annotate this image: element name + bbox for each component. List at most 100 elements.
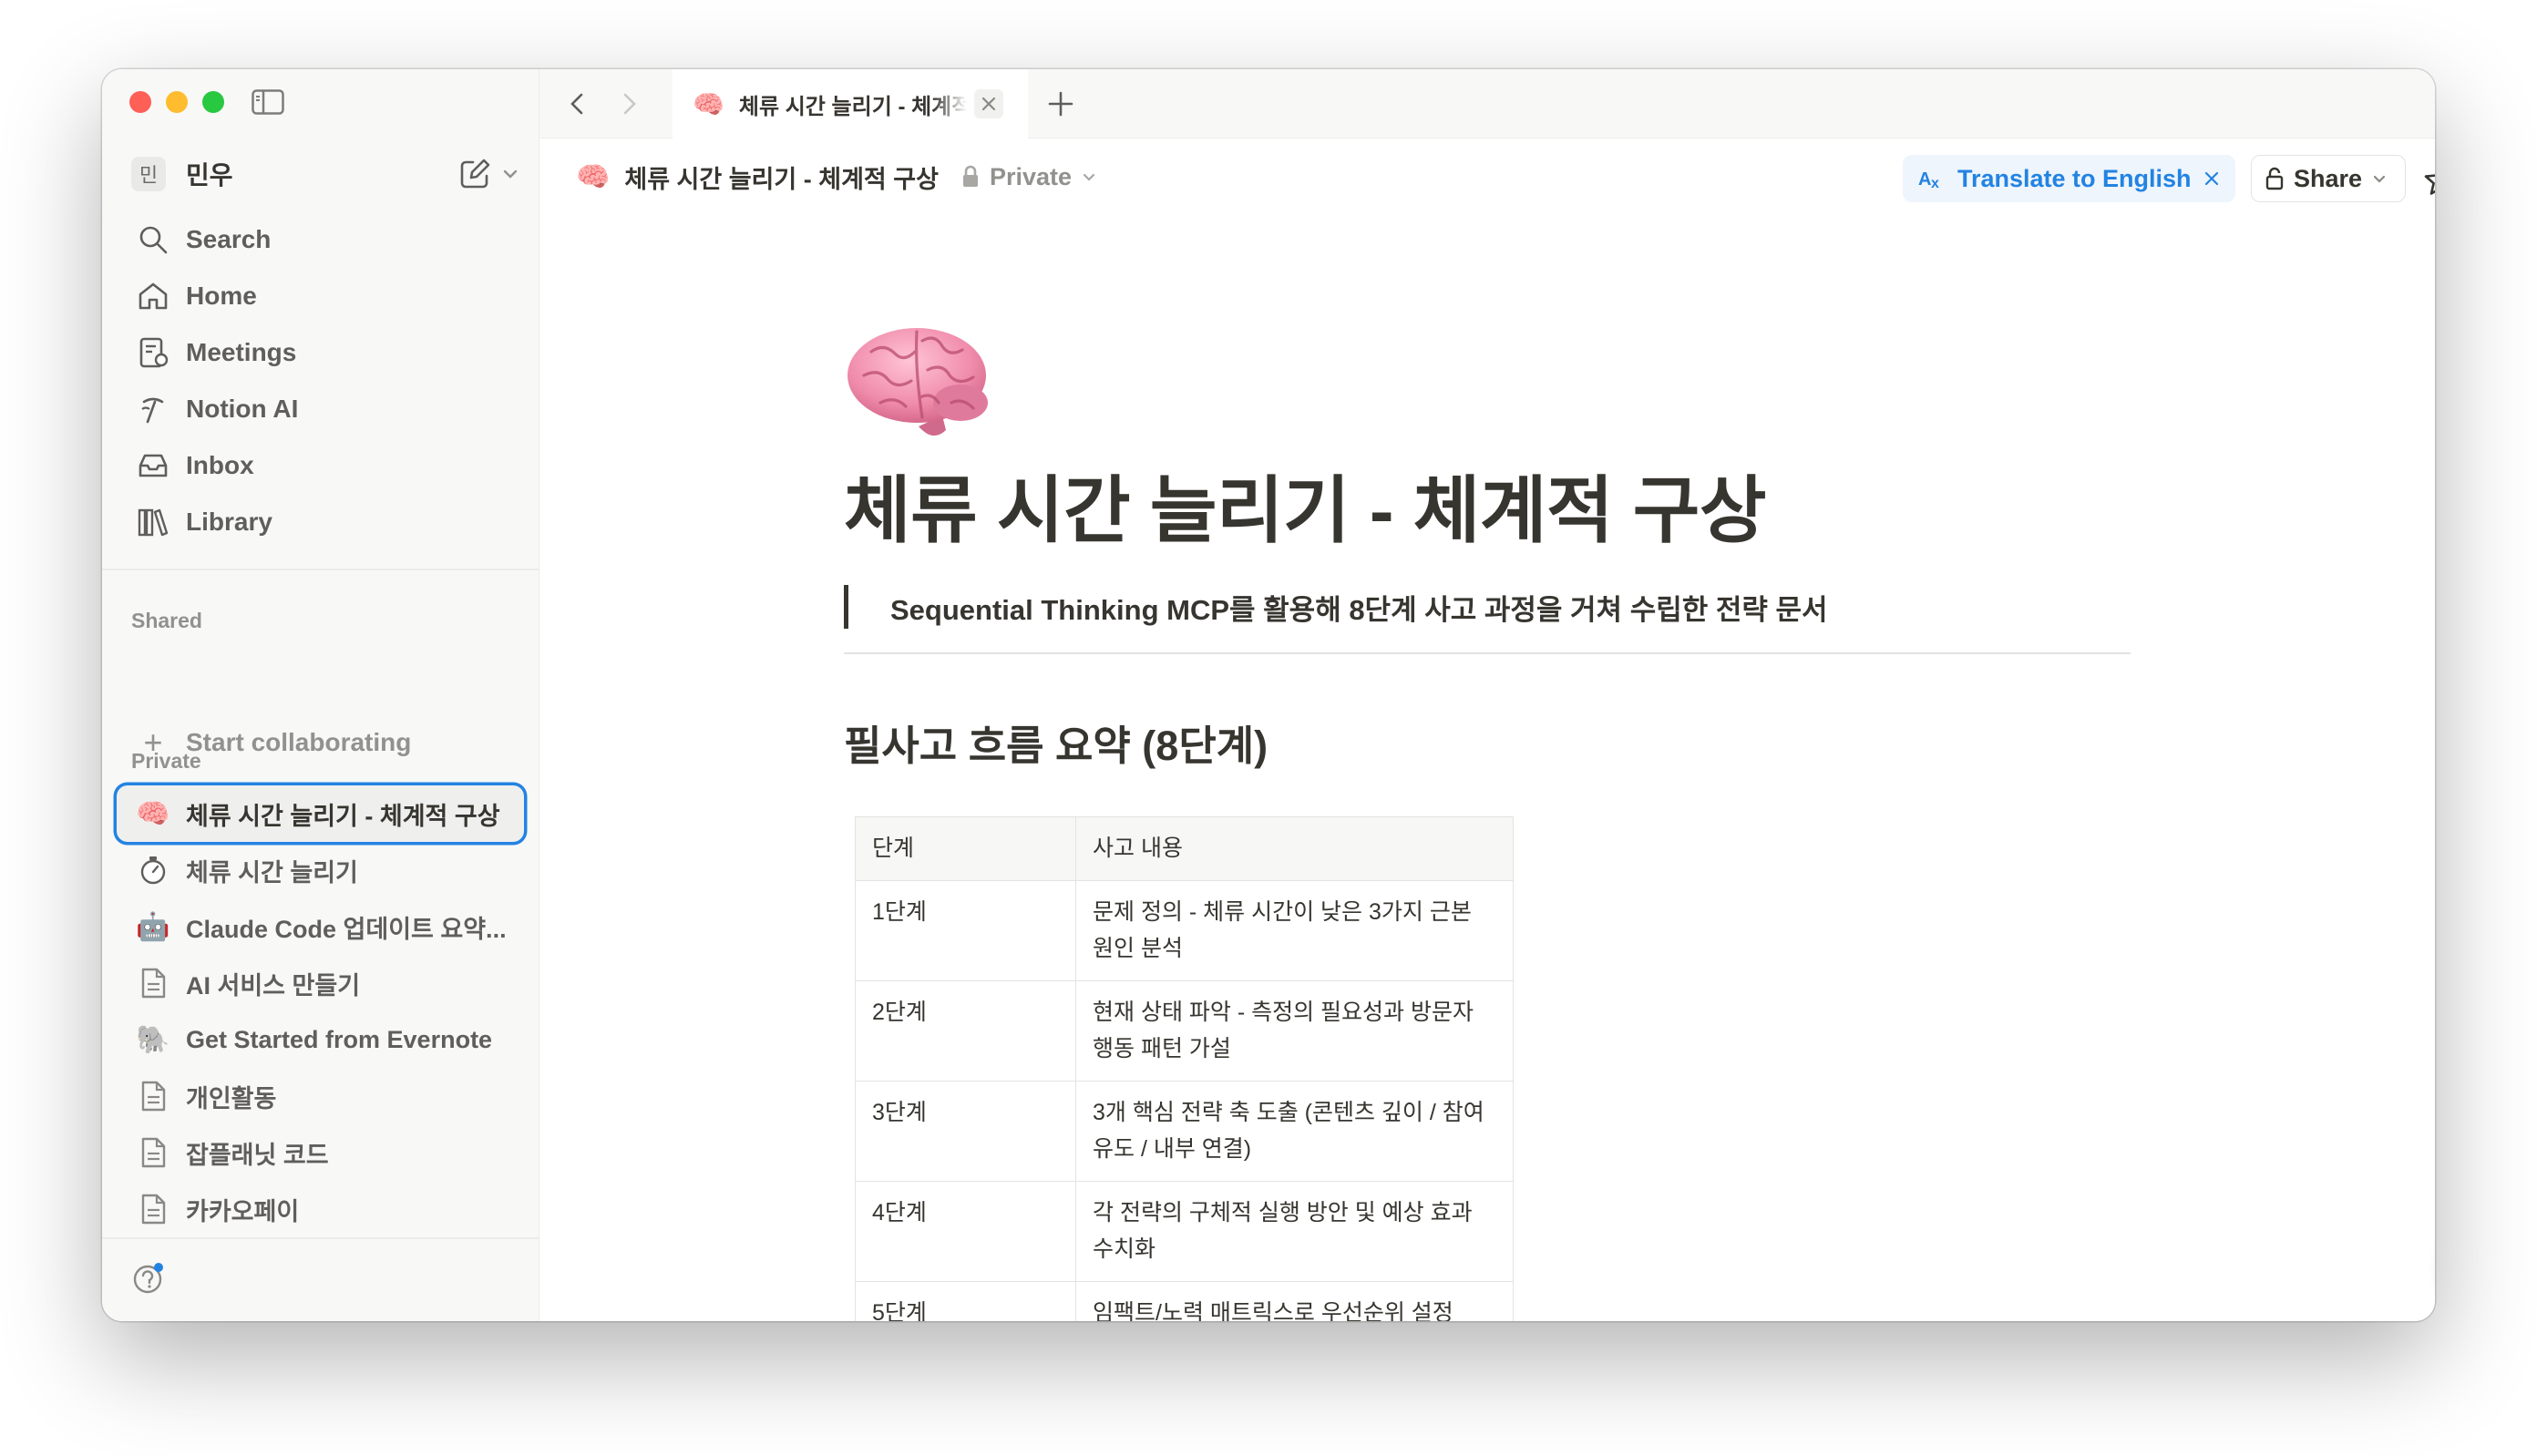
forward-button[interactable] bbox=[612, 87, 645, 120]
notion-ai-icon bbox=[135, 391, 171, 427]
page-topbar: 🧠 체류 시간 늘리기 - 체계적 구상 Private A x Transla… bbox=[539, 138, 2435, 215]
elephant-icon: 🐘 bbox=[136, 1024, 170, 1055]
document-icon bbox=[135, 965, 171, 1001]
workspace-avatar: 민 bbox=[131, 157, 166, 191]
page-content: 체류 시간 늘리기 - 체계적 구상 Sequential Thinking M… bbox=[539, 215, 2435, 1321]
workspace-switcher[interactable]: 민 민우 bbox=[131, 151, 520, 197]
sidebar-page-item[interactable]: 🐘 Get Started from Evernote bbox=[117, 1011, 524, 1068]
chevron-down-icon[interactable] bbox=[500, 164, 520, 184]
sidebar-page-label: AI 서비스 만들기 bbox=[186, 971, 361, 1000]
tab-bar: 🧠 체류 시간 늘리기 - 체계적 구상 bbox=[539, 69, 2435, 138]
sidebar-page-label: Get Started from Evernote bbox=[186, 1025, 493, 1053]
sidebar-bottom-divider bbox=[102, 1237, 539, 1239]
stopwatch-icon bbox=[135, 852, 171, 888]
start-collaborating-label: Start collaborating bbox=[186, 728, 412, 756]
help-icon[interactable] bbox=[131, 1259, 168, 1296]
sidebar-page-label: Claude Code 업데이트 요약... bbox=[186, 915, 507, 943]
sidebar-item-library[interactable]: Library bbox=[117, 494, 524, 550]
sidebar-item-search[interactable]: Search bbox=[117, 211, 524, 268]
breadcrumb[interactable]: 🧠 체류 시간 늘리기 - 체계적 구상 Private bbox=[576, 138, 1097, 215]
sidebar-item-label: Notion AI bbox=[186, 395, 299, 423]
brain-icon: 🧠 bbox=[693, 89, 724, 118]
favorite-star-icon[interactable] bbox=[2422, 162, 2435, 199]
lock-icon bbox=[962, 165, 978, 187]
table-cell[interactable]: 5단계 bbox=[855, 1281, 1076, 1321]
sidebar-item-home[interactable]: Home bbox=[117, 268, 524, 324]
search-icon bbox=[135, 221, 171, 258]
plus-icon bbox=[1048, 91, 1073, 117]
sidebar-item-meetings[interactable]: Meetings bbox=[117, 324, 524, 381]
close-window-button[interactable] bbox=[129, 91, 151, 113]
breadcrumb-title: 체류 시간 늘리기 - 체계적 구상 bbox=[624, 165, 939, 193]
sidebar: 민 민우 Search Home Meetings Notion AI Inbo… bbox=[102, 69, 539, 1321]
table-cell[interactable]: 임팩트/노력 매트릭스로 우선순위 설정 bbox=[1075, 1281, 1514, 1321]
table-cell[interactable]: 3개 핵심 전략 축 도출 (콘텐츠 깊이 / 참여 유도 / 내부 연결) bbox=[1075, 1081, 1514, 1182]
brain-icon: 🧠 bbox=[576, 161, 611, 192]
sidebar-page-item[interactable]: 체류 시간 늘리기 bbox=[117, 842, 524, 898]
sidebar-page-item[interactable]: AI 서비스 만들기 bbox=[117, 955, 524, 1011]
table-cell[interactable]: 4단계 bbox=[855, 1181, 1076, 1282]
chevron-left-icon bbox=[570, 93, 583, 115]
workspace-name: 민우 bbox=[186, 161, 233, 190]
page-title[interactable]: 체류 시간 늘리기 - 체계적 구상 bbox=[844, 452, 1766, 558]
chevron-right-icon bbox=[623, 93, 636, 115]
table-cell[interactable]: 각 전략의 구체적 실행 방안 및 예상 효과 수치화 bbox=[1075, 1181, 1514, 1282]
sidebar-toggle-icon[interactable] bbox=[252, 89, 284, 115]
minimize-window-button[interactable] bbox=[166, 91, 188, 113]
svg-text:x: x bbox=[1931, 176, 1939, 191]
table-cell[interactable]: 1단계 bbox=[855, 880, 1076, 981]
translate-button[interactable]: A x Translate to English bbox=[1903, 155, 2235, 202]
sidebar-item-label: Meetings bbox=[186, 338, 297, 366]
private-pages-list: 🧠 체류 시간 늘리기 - 체계적 구상 체류 시간 늘리기 🤖 Claude … bbox=[117, 785, 524, 1237]
table-row: 5단계 임팩트/노력 매트릭스로 우선순위 설정 bbox=[855, 1281, 1514, 1321]
brain-icon: 🧠 bbox=[136, 798, 170, 829]
sidebar-item-label: Home bbox=[186, 282, 257, 310]
share-label: Share bbox=[2294, 164, 2363, 192]
brain-icon[interactable] bbox=[844, 315, 999, 443]
sidebar-page-item[interactable]: 🧠 체류 시간 늘리기 - 체계적 구상 bbox=[117, 785, 524, 842]
table-cell[interactable]: 2단계 bbox=[855, 980, 1076, 1082]
tab-current-page[interactable]: 🧠 체류 시간 늘리기 - 체계적 구상 bbox=[673, 69, 1028, 138]
table-header-cell[interactable]: 단계 bbox=[855, 816, 1076, 881]
steps-table[interactable]: 단계 사고 내용 1단계 문제 정의 - 체류 시간이 낮은 3가지 근본 원인… bbox=[855, 816, 1514, 1321]
sidebar-item-label: Search bbox=[186, 225, 272, 253]
close-icon[interactable] bbox=[2203, 169, 2221, 188]
zoom-window-button[interactable] bbox=[202, 91, 224, 113]
sidebar-item-label: Inbox bbox=[186, 451, 254, 479]
translate-label: Translate to English bbox=[1957, 164, 2192, 192]
table-cell[interactable]: 현재 상태 파악 - 측정의 필요성과 방문자 행동 패턴 가설 bbox=[1075, 980, 1514, 1082]
privacy-label: Private bbox=[989, 162, 1072, 190]
sidebar-page-label: 잡플래닛 코드 bbox=[186, 1141, 329, 1169]
shared-section-label: Shared bbox=[131, 609, 202, 632]
sidebar-page-item[interactable]: 개인활동 bbox=[117, 1068, 524, 1124]
sidebar-page-item[interactable]: 🤖 Claude Code 업데이트 요약... bbox=[117, 898, 524, 955]
table-row: 1단계 문제 정의 - 체류 시간이 낮은 3가지 근본 원인 분석 bbox=[855, 880, 1514, 981]
divider bbox=[844, 652, 2131, 654]
sidebar-item-inbox[interactable]: Inbox bbox=[117, 437, 524, 494]
new-page-icon[interactable] bbox=[458, 158, 491, 190]
sidebar-item-notion-ai[interactable]: Notion AI bbox=[117, 381, 524, 437]
sidebar-page-item[interactable]: 잡플래닛 코드 bbox=[117, 1124, 524, 1181]
translate-icon: A x bbox=[1918, 169, 1939, 191]
sidebar-page-label: 개인활동 bbox=[186, 1084, 277, 1113]
library-icon bbox=[135, 504, 171, 540]
meetings-icon bbox=[135, 334, 171, 371]
sidebar-nav: Search Home Meetings Notion AI Inbox Lib… bbox=[117, 211, 524, 550]
table-cell[interactable]: 3단계 bbox=[855, 1081, 1076, 1182]
back-button[interactable] bbox=[561, 87, 594, 120]
document-icon bbox=[135, 1191, 171, 1227]
quote-block[interactable]: Sequential Thinking MCP를 활용해 8단계 사고 과정을 … bbox=[844, 585, 1828, 629]
sidebar-page-label: 카카오페이 bbox=[186, 1197, 300, 1225]
new-tab-button[interactable] bbox=[1043, 86, 1079, 122]
sidebar-page-item[interactable]: 카카오페이 bbox=[117, 1181, 524, 1237]
share-button[interactable]: Share bbox=[2251, 155, 2406, 202]
privacy-menu[interactable]: Private bbox=[960, 163, 1097, 191]
close-tab-button[interactable] bbox=[973, 89, 1003, 118]
table-header-cell[interactable]: 사고 내용 bbox=[1075, 816, 1514, 881]
private-section-label: Private bbox=[131, 749, 201, 773]
table-row: 3단계 3개 핵심 전략 축 도출 (콘텐츠 깊이 / 참여 유도 / 내부 연… bbox=[855, 1081, 1514, 1182]
section-heading[interactable]: 필사고 흐름 요약 (8단계) bbox=[844, 713, 1268, 772]
quote-bar bbox=[844, 585, 848, 629]
table-cell[interactable]: 문제 정의 - 체류 시간이 낮은 3가지 근본 원인 분석 bbox=[1075, 880, 1514, 981]
table-header-row: 단계 사고 내용 bbox=[855, 816, 1514, 881]
